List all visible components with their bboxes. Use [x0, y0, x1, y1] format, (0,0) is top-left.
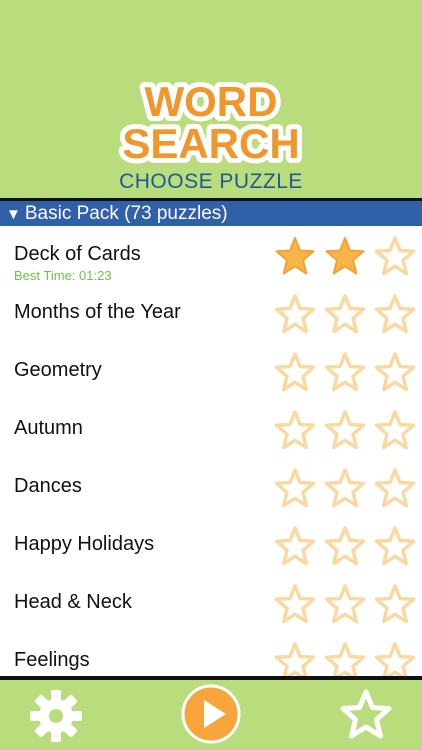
star-empty-icon [374, 294, 416, 334]
play-button[interactable] [181, 684, 241, 744]
star-empty-icon [324, 294, 366, 334]
puzzle-row[interactable]: Deck of Cards Best Time: 01:23 [0, 226, 422, 284]
star-empty-icon [374, 352, 416, 392]
star-empty-icon [274, 352, 316, 392]
triangle-down-icon: ▼ [6, 206, 21, 223]
star-empty-icon [374, 642, 416, 677]
star-rating [266, 641, 416, 677]
puzzle-name: Feelings [14, 649, 90, 671]
puzzle-name: Head & Neck [14, 591, 132, 613]
word-search-logo: WORD WORD SEARCH SEARCH [117, 80, 304, 170]
page-title: CHOOSE PUZZLE [119, 170, 303, 193]
logo-search: SEARCH [122, 120, 299, 167]
puzzle-row[interactable]: Months of the Year [0, 284, 422, 342]
footer-toolbar [0, 680, 422, 750]
puzzle-name: Happy Holidays [14, 533, 155, 555]
star-empty-icon [374, 526, 416, 566]
star-empty-icon [274, 294, 316, 334]
puzzle-name: Months of the Year [14, 301, 181, 323]
puzzle-row[interactable]: Feelings [0, 632, 422, 677]
star-rating [266, 235, 416, 277]
star-empty-icon [274, 642, 316, 677]
star-rating [266, 525, 416, 567]
pack-label: Basic Pack (73 puzzles) [24, 203, 228, 224]
star-rating [266, 409, 416, 451]
star-empty-icon [324, 526, 366, 566]
puzzle-row[interactable]: Autumn [0, 400, 422, 458]
puzzle-name: Dances [14, 475, 82, 497]
header: WORD WORD SEARCH SEARCH CHOOSE PUZZLE [0, 0, 422, 196]
star-empty-icon [324, 642, 366, 677]
gear-icon[interactable] [28, 688, 84, 744]
best-time-label: Best Time: 01:23 [14, 268, 112, 283]
star-filled-icon [325, 237, 365, 275]
logo-word: WORD [145, 80, 278, 125]
star-empty-icon [274, 584, 316, 624]
star-empty-icon [374, 584, 416, 624]
puzzle-row[interactable]: Dances [0, 458, 422, 516]
puzzle-name: Autumn [14, 417, 83, 439]
star-rating [266, 293, 416, 335]
star-empty-icon [324, 584, 366, 624]
puzzle-name: Deck of Cards [14, 243, 141, 265]
star-filled-icon [275, 237, 315, 275]
puzzle-row[interactable]: Geometry [0, 342, 422, 400]
puzzle-name: Geometry [14, 359, 102, 381]
star-rating [266, 351, 416, 393]
star-icon[interactable] [339, 688, 393, 742]
puzzle-list[interactable]: Deck of Cards Best Time: 01:23 Months of t… [0, 226, 422, 677]
star-empty-icon [374, 236, 416, 276]
star-empty-icon [374, 410, 416, 450]
star-rating [266, 583, 416, 625]
puzzle-row[interactable]: Head & Neck [0, 574, 422, 632]
star-empty-icon [274, 468, 316, 508]
star-empty-icon [274, 526, 316, 566]
star-rating [266, 467, 416, 509]
star-empty-icon [324, 352, 366, 392]
star-empty-icon [324, 410, 366, 450]
star-empty-icon [374, 468, 416, 508]
star-empty-icon [324, 468, 366, 508]
pack-header[interactable]: ▼ Basic Pack (73 puzzles) [0, 198, 422, 226]
puzzle-row[interactable]: Happy Holidays [0, 516, 422, 574]
star-empty-icon [274, 410, 316, 450]
